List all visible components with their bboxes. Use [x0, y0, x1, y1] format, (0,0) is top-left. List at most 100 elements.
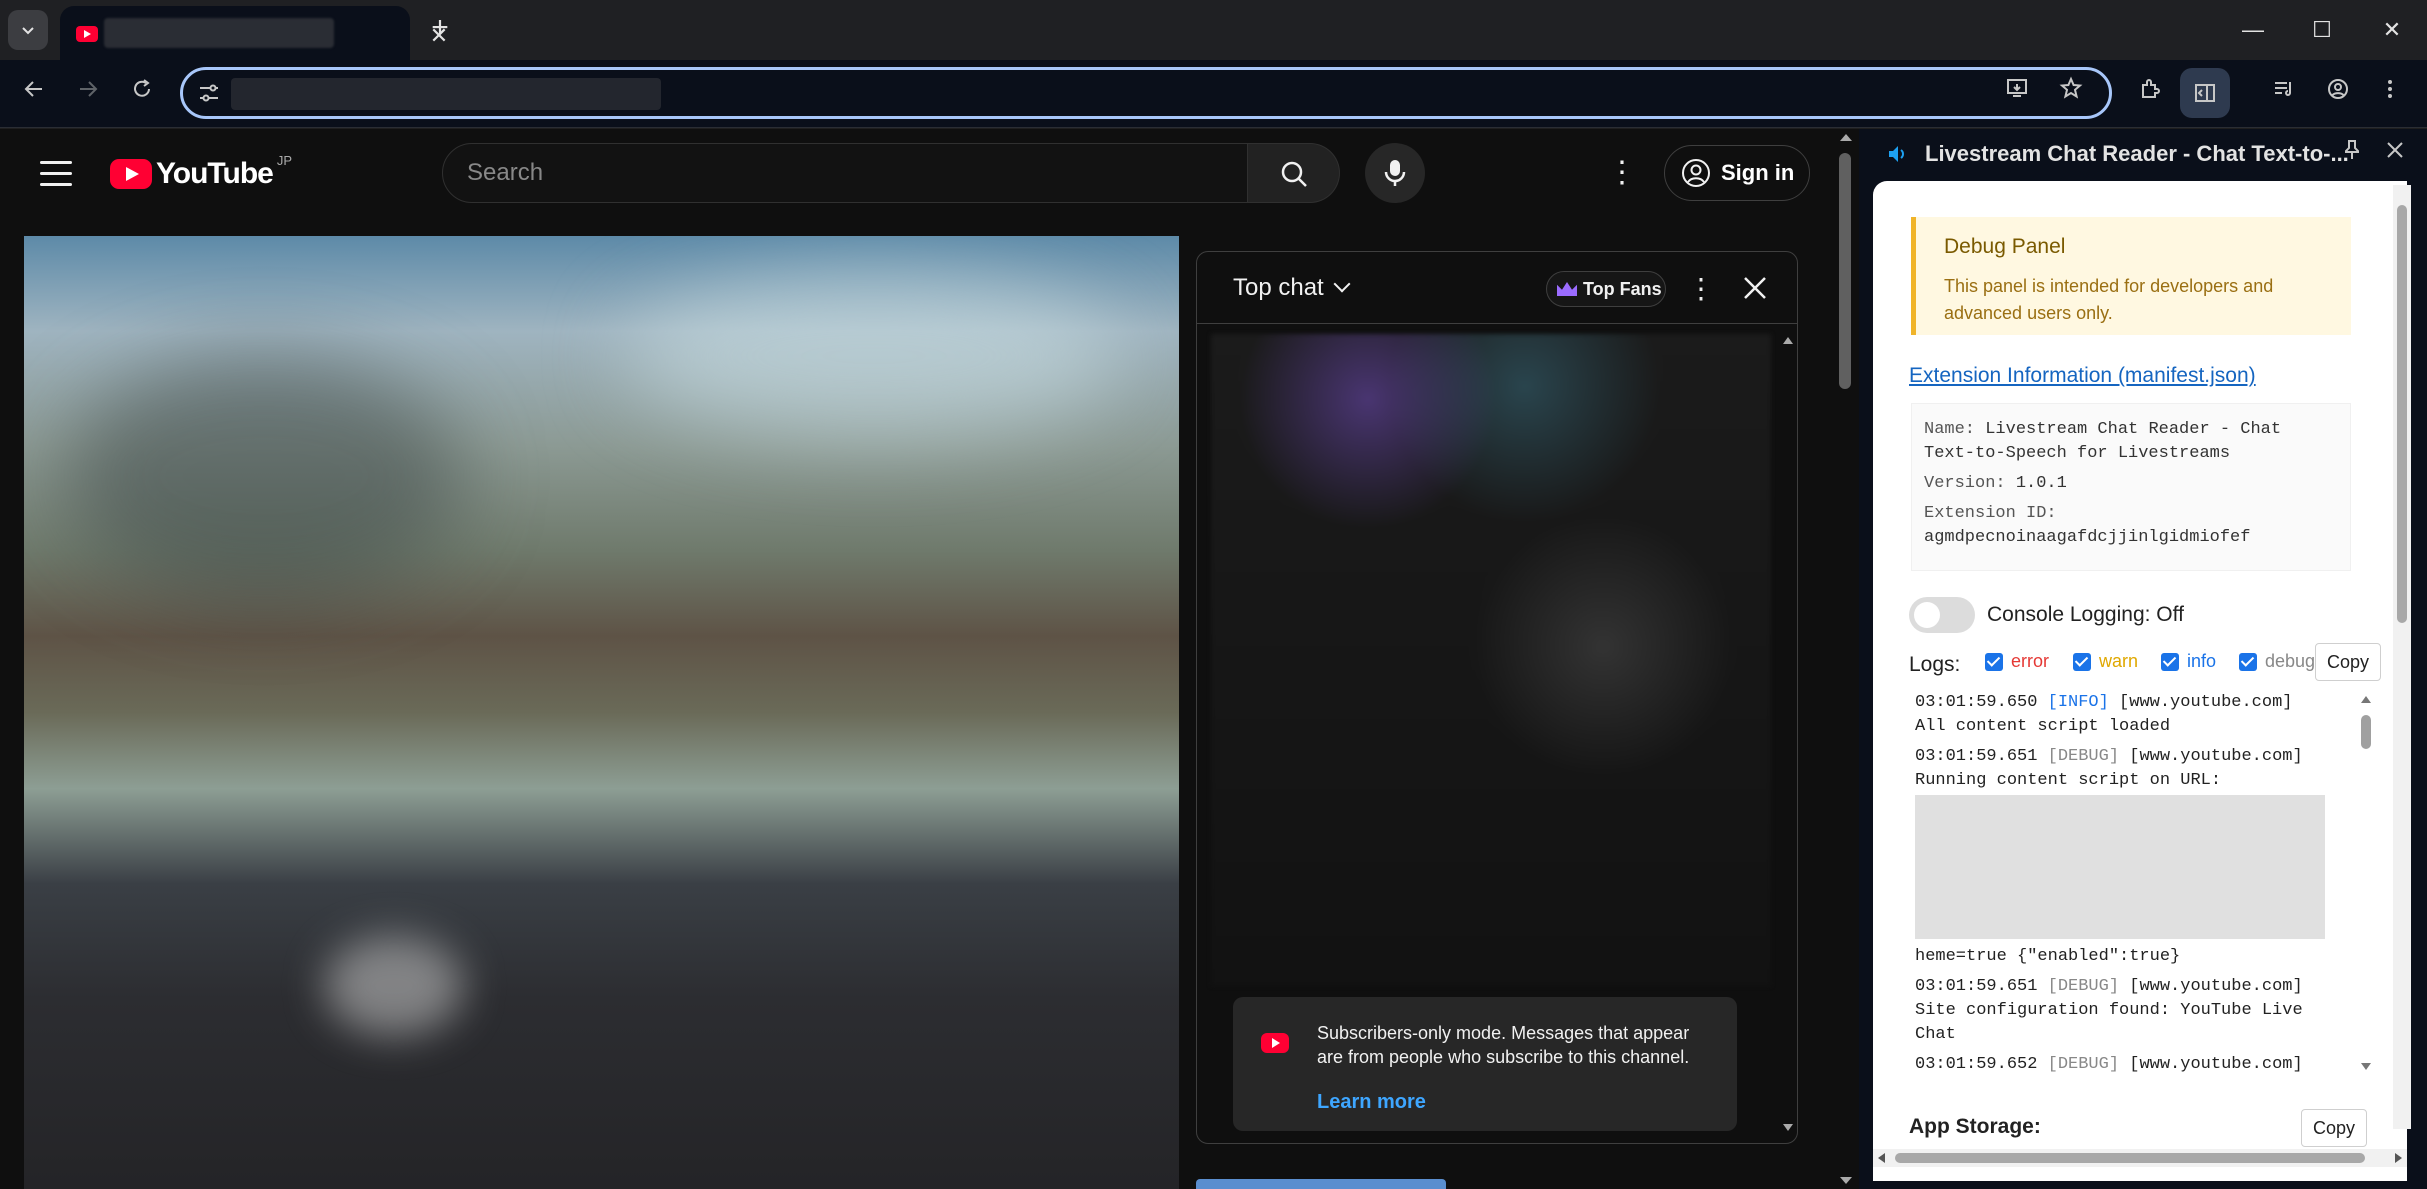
checkbox-checked-icon — [2239, 652, 2257, 671]
pin-icon[interactable] — [2338, 139, 2366, 167]
extensions-icon[interactable] — [2130, 74, 2170, 114]
youtube-page: YouTube JP ⋮ Sign in Top chat Top Fans — [0, 129, 1859, 1189]
tab-title-redacted — [104, 18, 334, 48]
scrollbar-thumb[interactable] — [1839, 153, 1851, 389]
manifest-name-value: Livestream Chat Reader - Chat Text-to-Sp… — [1924, 420, 2282, 463]
youtube-icon — [1261, 1033, 1289, 1053]
sign-in-label: Sign in — [1721, 160, 1795, 185]
settings-menu-icon[interactable]: ⋮ — [1604, 153, 1640, 193]
log-entry: 03:01:59.650 [INFO] [www.youtube.com] Al… — [1911, 691, 2351, 739]
page-scrollbar[interactable] — [1835, 129, 1857, 1189]
side-panel-header: Livestream Chat Reader - Chat Text-to-..… — [1859, 129, 2427, 181]
search-box — [442, 143, 1248, 203]
log-timestamp: 03:01:59.651 — [1915, 747, 2038, 766]
forward-icon[interactable] — [68, 74, 108, 114]
chevron-down-icon — [1333, 275, 1351, 293]
back-icon[interactable] — [14, 74, 54, 114]
hamburger-menu-icon[interactable] — [40, 161, 72, 187]
window-close-button[interactable]: ✕ — [2372, 10, 2412, 50]
console-logging-label: Console Logging: Off — [1987, 603, 2184, 626]
log-scrollbar[interactable] — [2357, 691, 2375, 1075]
scrollbar-thumb[interactable] — [2361, 715, 2371, 749]
new-tab-button[interactable]: + — [425, 13, 455, 44]
side-panel-button[interactable] — [2180, 68, 2230, 118]
address-bar[interactable] — [180, 67, 2112, 119]
chat-messages-redacted — [1211, 334, 1771, 986]
debug-description: This panel is intended for developers an… — [1944, 276, 2274, 323]
log-timestamp: 03:01:59.651 — [1915, 977, 2038, 996]
debug-warning-box: Debug Panel This panel is intended for d… — [1911, 217, 2351, 335]
level-filter-warn[interactable]: warn — [2073, 651, 2138, 672]
search-button[interactable] — [1248, 143, 1340, 203]
chrome-menu-icon[interactable] — [2370, 74, 2410, 114]
console-logging-toggle[interactable] — [1909, 597, 1975, 633]
level-name: warn — [2099, 651, 2139, 671]
log-host: [www.youtube.com] — [2129, 1055, 2303, 1074]
log-level: [INFO] — [2047, 693, 2109, 712]
top-fans-label: Top Fans — [1583, 278, 1662, 299]
region-code: JP — [276, 152, 293, 168]
chat-close-icon[interactable] — [1737, 270, 1773, 306]
scrollbar-thumb[interactable] — [1895, 1153, 2365, 1163]
maximize-button[interactable]: ☐ — [2302, 10, 2342, 50]
extension-info-link[interactable]: Extension Information (manifest.json) — [1909, 364, 2256, 388]
logo-wordmark: YouTube — [156, 157, 274, 190]
sign-in-button[interactable]: Sign in — [1664, 145, 1810, 201]
active-tab[interactable]: ✕ — [60, 6, 448, 60]
log-host: [www.youtube.com] — [2129, 747, 2303, 766]
chat-scrollbar[interactable] — [1781, 334, 1795, 1134]
log-level: [DEBUG] — [2047, 977, 2120, 996]
youtube-favicon-icon — [76, 26, 98, 42]
search-icon — [1281, 161, 1307, 187]
crown-icon — [1557, 282, 1577, 296]
log-level: [DEBUG] — [2047, 1055, 2120, 1074]
log-timestamp: 03:01:59.652 — [1915, 1055, 2038, 1074]
chevron-down-icon — [22, 27, 34, 35]
top-fans-button[interactable]: Top Fans — [1546, 271, 1666, 307]
level-filter-debug[interactable]: debug — [2239, 651, 2315, 672]
side-panel-title: Livestream Chat Reader - Chat Text-to-..… — [1925, 141, 2349, 166]
youtube-play-icon — [110, 159, 152, 189]
youtube-header: YouTube JP ⋮ Sign in — [0, 129, 1830, 229]
reload-icon[interactable] — [122, 74, 162, 114]
log-message: Site configuration found: YouTube Live C… — [1915, 1001, 2303, 1044]
log-host: [www.youtube.com] — [2119, 693, 2293, 712]
search-input[interactable] — [467, 156, 1207, 190]
chat-mode-label: Top chat — [1233, 274, 1324, 301]
install-app-icon[interactable] — [1997, 73, 2037, 113]
live-chat-panel: Top chat Top Fans ⋮ Subscribers-only mod… — [1196, 251, 1798, 1144]
youtube-logo[interactable]: YouTube JP — [110, 153, 292, 191]
debug-panel-body: Debug Panel This panel is intended for d… — [1873, 181, 2407, 1181]
log-level: [DEBUG] — [2047, 747, 2120, 766]
checkbox-checked-icon — [2073, 652, 2091, 671]
checkbox-checked-icon — [1985, 652, 2003, 671]
level-name: error — [2011, 651, 2050, 671]
manifest-info: Name: Livestream Chat Reader - Chat Text… — [1911, 403, 2351, 571]
chat-more-icon[interactable]: ⋮ — [1687, 270, 1715, 308]
learn-more-link[interactable]: Learn more — [1317, 1091, 1426, 1114]
side-panel-vertical-scrollbar[interactable] — [2393, 185, 2411, 1129]
profile-icon[interactable] — [2318, 74, 2358, 114]
copy-logs-button[interactable]: Copy — [2315, 643, 2381, 681]
video-frame-blur — [324, 936, 464, 1036]
level-filter-info[interactable]: info — [2161, 651, 2216, 672]
tab-search-button[interactable] — [8, 10, 48, 50]
level-filter-error[interactable]: error — [1985, 651, 2049, 672]
minimize-button[interactable]: — — [2233, 10, 2273, 50]
log-message: Running content script on URL: — [1915, 771, 2222, 790]
copy-storage-button[interactable]: Copy — [2301, 1109, 2367, 1147]
bookmark-star-icon[interactable] — [2051, 73, 2091, 113]
reading-list-icon[interactable] — [2264, 74, 2304, 114]
scrollbar-thumb[interactable] — [2397, 205, 2407, 623]
url-redacted — [231, 78, 661, 110]
level-name: info — [2187, 651, 2217, 671]
chat-mode-dropdown[interactable]: Top chat — [1233, 274, 1351, 302]
side-panel-horizontal-scrollbar[interactable] — [1873, 1149, 2407, 1167]
side-panel-close-icon[interactable] — [2381, 139, 2409, 167]
site-settings-icon[interactable] — [197, 81, 221, 105]
checkbox-checked-icon — [2161, 652, 2179, 671]
video-player[interactable] — [24, 236, 1179, 1189]
chat-header: Top chat Top Fans ⋮ — [1197, 252, 1797, 324]
voice-search-button[interactable] — [1365, 143, 1425, 203]
tab-strip: ✕ + — ☐ ✕ — [0, 0, 2427, 60]
